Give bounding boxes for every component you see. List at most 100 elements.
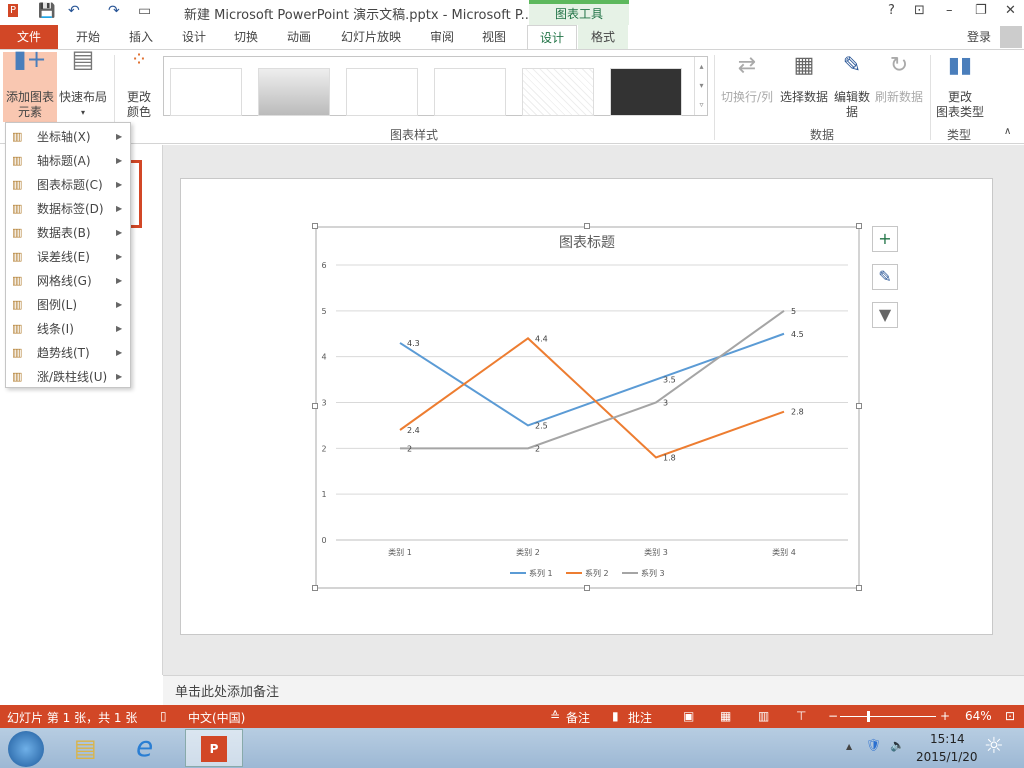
up-down-bars-icon: ▥ — [12, 370, 23, 383]
data-label: 2.5 — [535, 421, 548, 430]
notes-icon[interactable]: ≙ — [550, 709, 560, 723]
start-button[interactable] — [8, 731, 44, 767]
slideshow-icon[interactable]: ⊤ — [796, 709, 806, 723]
resize-handle[interactable] — [584, 223, 590, 229]
brightness-icon[interactable]: ☼ — [984, 734, 1004, 759]
submenu-arrow-icon: ▶ — [116, 132, 123, 141]
y-tick-label: 1 — [321, 490, 326, 499]
menu-item[interactable]: ▥ 数据标签(D) ▶ — [6, 197, 130, 221]
data-label: 5 — [791, 307, 796, 316]
slide-counter: 幻灯片 第 1 张，共 1 张 — [7, 711, 138, 725]
data-table-icon: ▥ — [12, 226, 23, 239]
chart-filter-icon[interactable]: ▼ — [872, 302, 898, 328]
menu-item[interactable]: ▥ 网格线(G) ▶ — [6, 269, 130, 293]
zoom-level[interactable]: 64% — [965, 709, 992, 723]
data-label: 2.8 — [791, 408, 804, 417]
menu-item-label: 坐标轴(X) — [37, 130, 91, 144]
normal-view-icon[interactable]: ▣ — [683, 709, 694, 723]
y-tick-label: 3 — [321, 399, 326, 408]
submenu-arrow-icon: ▶ — [116, 180, 123, 189]
clock-date[interactable]: 2015/1/20 — [916, 750, 978, 764]
data-label: 2 — [535, 444, 540, 453]
menu-item[interactable]: ▥ 涨/跌柱线(U) ▶ — [6, 365, 130, 389]
notes-button[interactable]: 备注 — [566, 709, 590, 726]
add-chart-element-menu: ▥ 坐标轴(X) ▶ ▥ 轴标题(A) ▶ ▥ 图表标题(C) ▶ ▥ 数据标签(D) ▶ ▥ 数据表(B… — [5, 122, 131, 388]
submenu-arrow-icon: ▶ — [116, 372, 123, 381]
menu-item-label: 数据标签(D) — [37, 202, 104, 216]
chart-elements-plus-icon[interactable]: + — [872, 226, 898, 252]
language[interactable]: 中文(中国) — [188, 709, 245, 726]
menu-item-label: 数据表(B) — [37, 226, 91, 240]
menu-item[interactable]: ▥ 线条(I) ▶ — [6, 317, 130, 341]
spellcheck-icon[interactable]: ▯ — [160, 709, 167, 723]
zoom-slider[interactable] — [840, 716, 936, 717]
x-tick-label: 类别 2 — [516, 547, 540, 557]
submenu-arrow-icon: ▶ — [116, 252, 123, 261]
x-tick-label: 类别 3 — [644, 547, 668, 557]
chart-title[interactable]: 图表标题 — [559, 235, 615, 251]
menu-item[interactable]: ▥ 图例(L) ▶ — [6, 293, 130, 317]
zoom-out-icon[interactable]: − — [828, 709, 838, 723]
menu-item[interactable]: ▥ 轴标题(A) ▶ — [6, 149, 130, 173]
file-explorer-icon[interactable]: ▤ — [74, 734, 97, 762]
powerpoint-icon: P — [201, 736, 227, 762]
reading-view-icon[interactable]: ▥ — [758, 709, 769, 723]
resize-handle[interactable] — [856, 223, 862, 229]
taskbar: ▤ e P ▲ 🛡 🔈 15:14 2015/1/20 ☼ — [0, 728, 1024, 768]
submenu-arrow-icon: ▶ — [116, 156, 123, 165]
menu-item-label: 误差线(E) — [37, 250, 90, 264]
chart-title-icon: ▥ — [12, 178, 23, 191]
resize-handle[interactable] — [312, 403, 318, 409]
menu-item-label: 线条(I) — [37, 322, 74, 336]
y-tick-label: 2 — [321, 444, 326, 453]
submenu-arrow-icon: ▶ — [116, 228, 123, 237]
resize-handle[interactable] — [584, 585, 590, 591]
legend-label: 系列 1 — [529, 568, 553, 578]
menu-item-label: 趋势线(T) — [37, 346, 90, 360]
menu-item-label: 涨/跌柱线(U) — [37, 370, 108, 384]
menu-item[interactable]: ▥ 图表标题(C) ▶ — [6, 173, 130, 197]
resize-handle[interactable] — [856, 403, 862, 409]
submenu-arrow-icon: ▶ — [116, 324, 123, 333]
submenu-arrow-icon: ▶ — [116, 348, 123, 357]
fit-slide-icon[interactable]: ⊡ — [1005, 709, 1015, 723]
data-label: 2.4 — [407, 426, 420, 435]
legend-label: 系列 2 — [585, 568, 609, 578]
chart-styles-brush-icon[interactable]: ✎ — [872, 264, 898, 290]
menu-item[interactable]: ▥ 坐标轴(X) ▶ — [6, 125, 130, 149]
resize-handle[interactable] — [312, 585, 318, 591]
legend-label: 系列 3 — [641, 568, 665, 578]
data-label: 4.4 — [535, 334, 548, 343]
internet-explorer-icon[interactable]: e — [136, 730, 153, 763]
chart-frame[interactable] — [315, 226, 860, 589]
data-label: 3.5 — [663, 376, 676, 385]
slide-sorter-icon[interactable]: ▦ — [720, 709, 731, 723]
menu-item-label: 图表标题(C) — [37, 178, 103, 192]
chart[interactable]: 图表标题 0 1 2 3 4 5 6 类别 1 类别 2 类别 3 类别 4 4.3 2.5 3.5 4.5… — [0, 0, 1024, 768]
powerpoint-taskbar-button[interactable]: P — [185, 729, 243, 767]
menu-item[interactable]: ▥ 数据表(B) ▶ — [6, 221, 130, 245]
lines-icon: ▥ — [12, 322, 23, 335]
menu-item-label: 网格线(G) — [37, 274, 92, 288]
y-tick-label: 4 — [321, 353, 326, 362]
zoom-in-icon[interactable]: + — [940, 709, 950, 723]
resize-handle[interactable] — [856, 585, 862, 591]
data-label: 4.3 — [407, 339, 420, 348]
data-label: 4.5 — [791, 330, 804, 339]
resize-handle[interactable] — [312, 223, 318, 229]
volume-icon[interactable]: 🔈 — [890, 738, 905, 752]
show-hidden-icons[interactable]: ▲ — [846, 742, 852, 751]
menu-item[interactable]: ▥ 趋势线(T) ▶ — [6, 341, 130, 365]
data-label: 3 — [663, 399, 668, 408]
trendline-icon: ▥ — [12, 346, 23, 359]
zoom-slider-thumb[interactable] — [867, 711, 870, 722]
data-labels-icon: ▥ — [12, 202, 23, 215]
y-tick-label: 5 — [321, 307, 326, 316]
menu-item[interactable]: ▥ 误差线(E) ▶ — [6, 245, 130, 269]
security-shield-icon[interactable]: 🛡 — [866, 738, 881, 752]
comments-button[interactable]: 批注 — [628, 709, 652, 726]
comments-icon[interactable]: ▮ — [612, 709, 619, 723]
clock-time[interactable]: 15:14 — [930, 732, 965, 746]
x-tick-label: 类别 1 — [388, 547, 412, 557]
notes-pane[interactable]: 单击此处添加备注 — [163, 675, 1024, 705]
